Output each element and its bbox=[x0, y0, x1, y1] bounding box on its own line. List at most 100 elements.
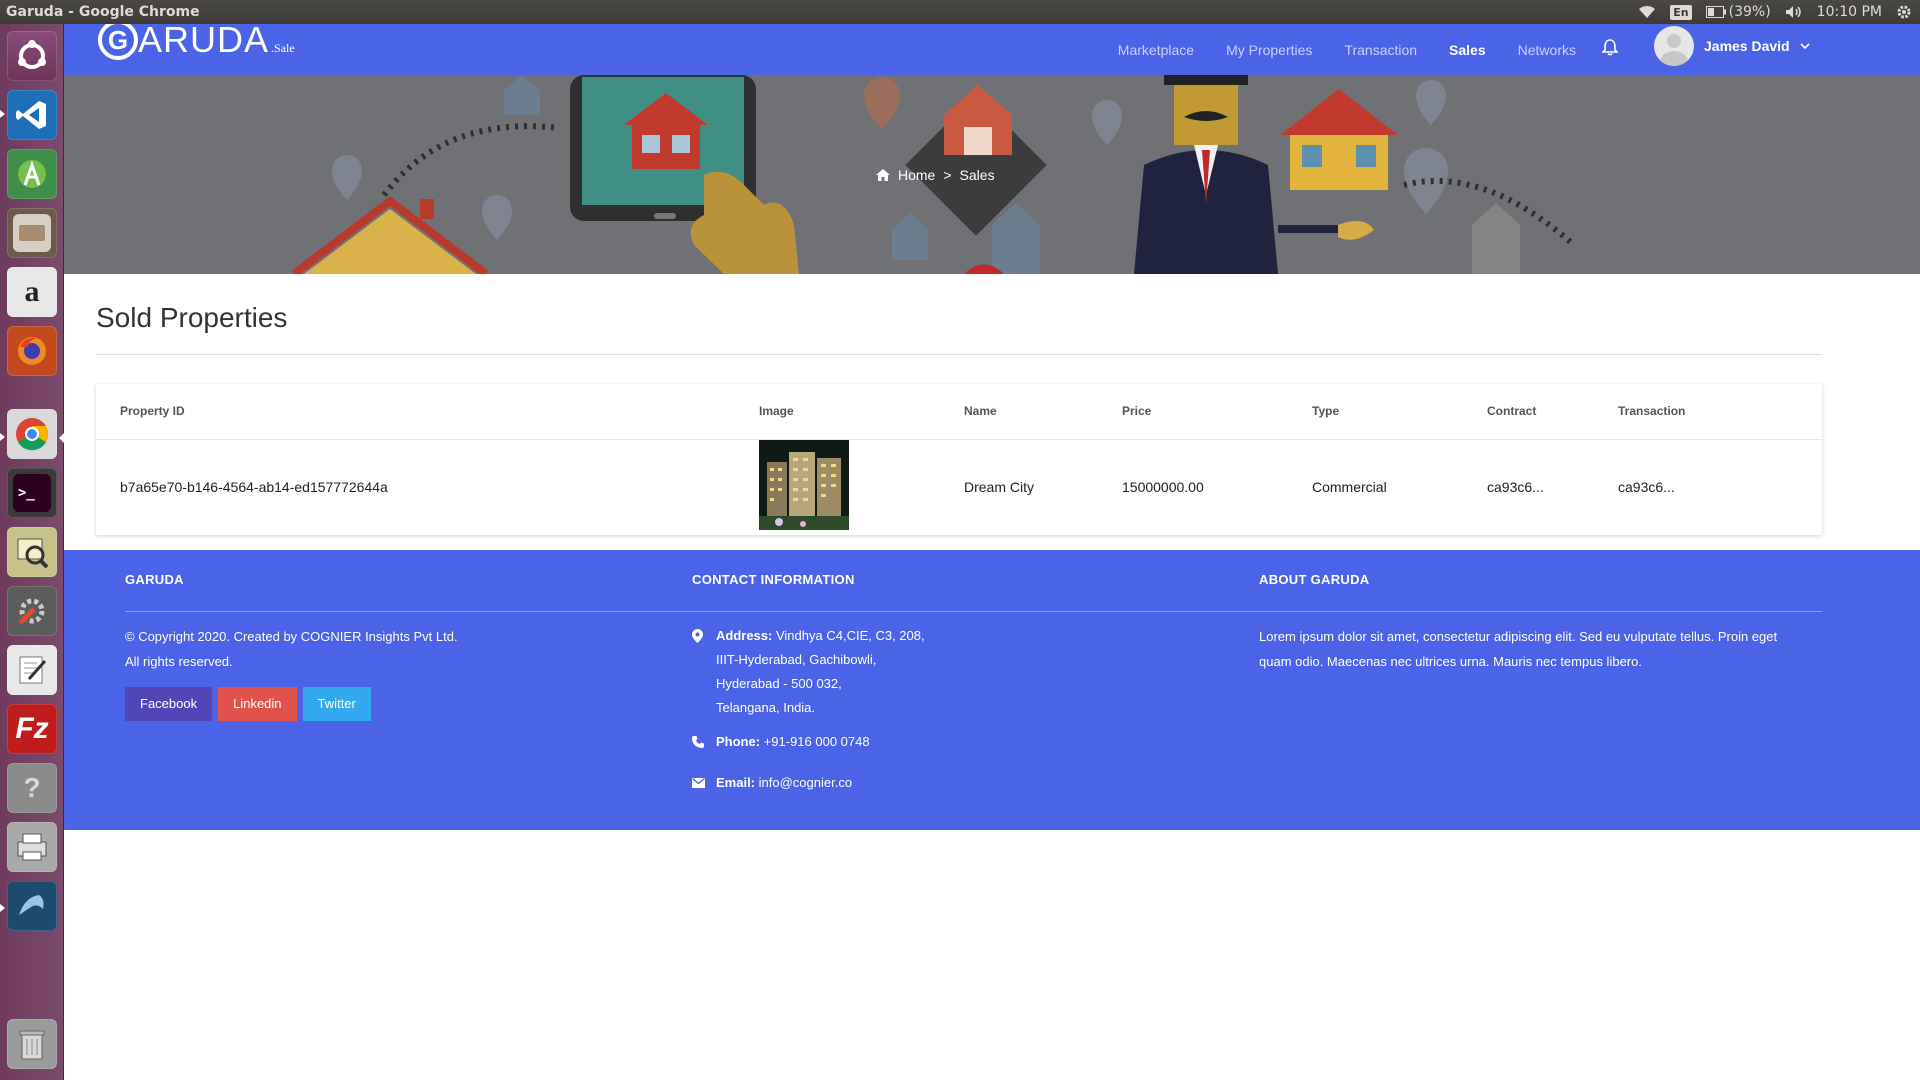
filezilla-icon[interactable]: Fz bbox=[7, 704, 57, 754]
nav-link-my-properties[interactable]: My Properties bbox=[1226, 42, 1312, 58]
map-pin-icon bbox=[692, 629, 703, 643]
footer-contact-block: Address: Vindhya C4,CIE, C3, 208, IIIT-H… bbox=[692, 624, 925, 795]
footer-heading-garuda: GARUDA bbox=[125, 572, 184, 587]
clock[interactable]: 10:10 PM bbox=[1817, 4, 1882, 20]
phone-icon bbox=[692, 736, 704, 748]
footer-about-text: Lorem ipsum dolor sit amet, consectetur … bbox=[1259, 629, 1778, 669]
vscode-icon[interactable] bbox=[7, 90, 57, 140]
chrome-icon[interactable] bbox=[7, 409, 57, 459]
logo-word: ARUDA bbox=[138, 24, 270, 60]
battery-indicator[interactable]: (39%) bbox=[1705, 4, 1771, 20]
battery-icon bbox=[1705, 6, 1726, 18]
chevron-down-icon bbox=[1800, 43, 1810, 50]
window-title: Garuda - Google Chrome bbox=[6, 4, 200, 20]
ubuntu-dash-icon[interactable] bbox=[7, 31, 57, 81]
wifi-icon[interactable] bbox=[1638, 5, 1656, 19]
facebook-button[interactable]: Facebook bbox=[125, 687, 213, 721]
os-top-bar: Garuda - Google Chrome En (39%) 10:10 PM bbox=[0, 0, 1920, 24]
launcher: a >_ Fz ? bbox=[0, 24, 64, 1080]
help-icon[interactable]: ? bbox=[7, 763, 57, 813]
trash-icon[interactable] bbox=[7, 1019, 57, 1069]
address-line-4: Telangana, India. bbox=[716, 700, 816, 715]
nav-link-sales[interactable]: Sales bbox=[1449, 42, 1486, 58]
user-name: James David bbox=[1704, 38, 1790, 54]
column-header-property-id: Property ID bbox=[96, 384, 735, 440]
mysql-workbench-icon[interactable] bbox=[7, 881, 57, 931]
phone-number[interactable]: +91-916 000 0748 bbox=[764, 734, 870, 749]
nav-links: Marketplace My Properties Transaction Sa… bbox=[1118, 24, 1576, 75]
printer-icon[interactable] bbox=[7, 822, 57, 872]
navbar: G ARUDA .Sale Marketplace My Properties … bbox=[64, 24, 1920, 75]
avatar bbox=[1654, 26, 1694, 66]
table-row[interactable]: b7a65e70-b146-4564-ab14-ed157772644a Dre… bbox=[96, 439, 1822, 534]
terminal-icon[interactable]: >_ bbox=[7, 468, 57, 518]
cell-name: Dream City bbox=[964, 478, 1035, 495]
image-viewer-icon[interactable] bbox=[7, 527, 57, 577]
home-icon bbox=[876, 169, 890, 181]
footer: GARUDA CONTACT INFORMATION ABOUT GARUDA … bbox=[64, 550, 1920, 830]
firefox-icon[interactable] bbox=[7, 326, 57, 376]
address-line-1: Vindhya C4,CIE, C3, 208, bbox=[775, 628, 925, 643]
main-content: Sold Properties Property ID Image Name P… bbox=[64, 274, 1920, 535]
breadcrumb-home[interactable]: Home bbox=[898, 167, 935, 183]
system-settings-icon[interactable] bbox=[7, 586, 57, 636]
garuda-logo[interactable]: G ARUDA .Sale bbox=[98, 24, 295, 60]
nav-link-marketplace[interactable]: Marketplace bbox=[1118, 42, 1194, 58]
linkedin-button[interactable]: Linkedin bbox=[218, 687, 297, 721]
text-editor-icon[interactable] bbox=[7, 645, 57, 695]
files-icon[interactable] bbox=[7, 208, 57, 258]
cell-price: 15000000.00 bbox=[1122, 478, 1204, 495]
settings-gear-icon[interactable] bbox=[1896, 4, 1912, 20]
cell-image bbox=[735, 439, 940, 534]
nav-link-networks[interactable]: Networks bbox=[1518, 42, 1576, 58]
column-header-transaction: Transaction bbox=[1594, 384, 1822, 440]
footer-divider bbox=[125, 611, 1822, 612]
logo-g-mark: G bbox=[98, 24, 138, 60]
breadcrumb-separator: > bbox=[943, 167, 952, 183]
footer-copyright: © Copyright 2020. Created by COGNIER Ins… bbox=[125, 629, 458, 644]
nav-link-transaction[interactable]: Transaction bbox=[1344, 42, 1417, 58]
footer-heading-about: ABOUT GARUDA bbox=[1259, 572, 1370, 587]
column-header-contract: Contract bbox=[1463, 384, 1594, 440]
address-line-3: Hyderabad - 500 032, bbox=[716, 676, 842, 691]
cell-contract[interactable]: ca93c6... bbox=[1463, 439, 1594, 534]
logo-suffix: .Sale bbox=[271, 41, 295, 55]
volume-icon[interactable] bbox=[1785, 5, 1803, 19]
column-header-image: Image bbox=[735, 384, 940, 440]
notification-bell-icon[interactable] bbox=[1601, 38, 1619, 61]
keyboard-language-indicator[interactable]: En bbox=[1670, 4, 1692, 20]
android-studio-icon[interactable] bbox=[7, 149, 57, 199]
column-header-type: Type bbox=[1288, 384, 1463, 440]
address-label: Address: bbox=[716, 628, 773, 643]
breadcrumb-current: Sales bbox=[959, 167, 995, 183]
cell-type: Commercial bbox=[1312, 478, 1387, 495]
email-icon bbox=[692, 778, 705, 788]
column-header-name: Name bbox=[940, 384, 1098, 440]
property-thumbnail[interactable] bbox=[759, 440, 849, 531]
column-header-price: Price bbox=[1098, 384, 1288, 440]
address-line-2: IIIT-Hyderabad, Gachibowli, bbox=[716, 652, 877, 667]
breadcrumb: Home > Sales bbox=[876, 167, 995, 183]
page-title: Sold Properties bbox=[96, 302, 288, 333]
table-header-row: Property ID Image Name Price Type Contra… bbox=[96, 384, 1822, 440]
amazon-icon[interactable]: a bbox=[7, 267, 57, 317]
twitter-button[interactable]: Twitter bbox=[302, 687, 371, 721]
user-menu[interactable]: James David bbox=[1654, 26, 1810, 66]
cell-transaction[interactable]: ca93c6... bbox=[1594, 439, 1822, 534]
hero-banner: Home > Sales bbox=[64, 75, 1920, 274]
sold-properties-table: Property ID Image Name Price Type Contra… bbox=[96, 384, 1822, 534]
cell-property-id: b7a65e70-b146-4564-ab14-ed157772644a bbox=[120, 478, 388, 495]
contact-phone: Phone: +91-916 000 0748 bbox=[692, 730, 925, 754]
contact-address: Address: Vindhya C4,CIE, C3, 208, IIIT-H… bbox=[692, 624, 925, 720]
email-label: Email: bbox=[716, 775, 756, 790]
title-divider bbox=[96, 354, 1822, 355]
battery-percent: (39%) bbox=[1728, 4, 1771, 20]
contact-email: Email: info@cognier.co bbox=[692, 771, 925, 795]
sold-properties-table-card: Property ID Image Name Price Type Contra… bbox=[96, 384, 1822, 535]
social-buttons: Facebook Linkedin Twitter bbox=[125, 687, 458, 721]
browser-viewport: G ARUDA .Sale Marketplace My Properties … bbox=[64, 24, 1920, 1080]
email-address[interactable]: info@cognier.co bbox=[759, 775, 852, 790]
footer-heading-contact: CONTACT INFORMATION bbox=[692, 572, 855, 587]
phone-label: Phone: bbox=[716, 734, 761, 749]
footer-copyright-block: © Copyright 2020. Created by COGNIER Ins… bbox=[125, 624, 458, 721]
